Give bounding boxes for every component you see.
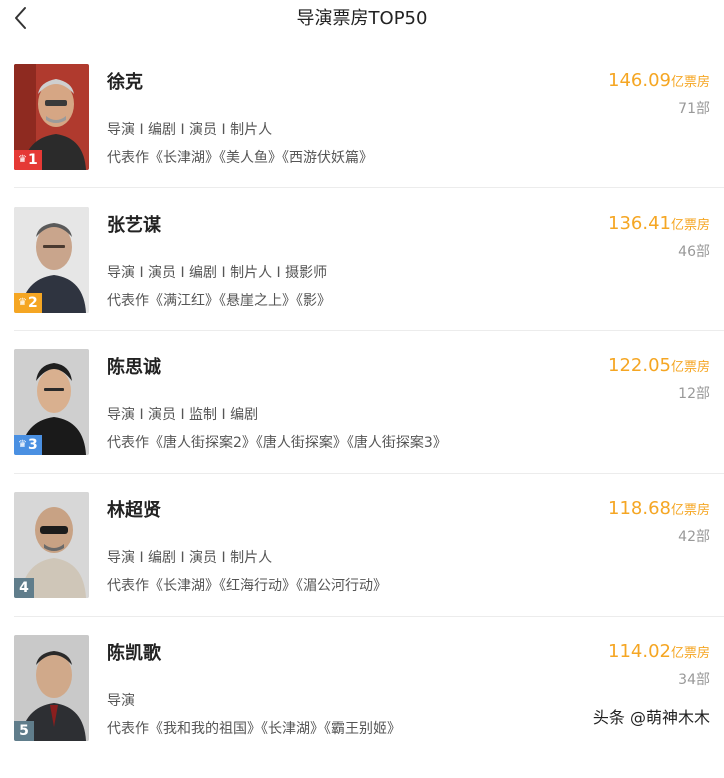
director-roles: 导演 I 演员 I 监制 I 编剧: [107, 407, 259, 423]
watermark: 头条 @萌神木木: [592, 708, 710, 727]
box-office: 118.68亿票房: [608, 498, 710, 519]
director-name: 陈凯歌: [107, 643, 161, 664]
crown-icon: ♛: [18, 439, 27, 450]
representative-works: 代表作《我和我的祖国》《长津湖》《霸王别姬》: [107, 721, 401, 737]
rank-badge: 4: [14, 578, 34, 598]
representative-works: 代表作《满江红》《悬崖之上》《影》: [107, 293, 331, 309]
director-name: 林超贤: [107, 500, 161, 521]
page-title: 导演票房TOP50: [296, 8, 428, 29]
divider: [14, 187, 724, 188]
rank-badge: 5: [14, 721, 34, 741]
film-count: 42部: [678, 529, 710, 545]
rank-badge: ♛ 2: [14, 293, 42, 313]
crown-icon: ♛: [18, 154, 27, 165]
director-row[interactable]: ♛ 2 张艺谋 导演 I 演员 I 编剧 I 制片人 I 摄影师 代表作《满江红》…: [0, 207, 724, 350]
director-roles: 导演 I 编剧 I 演员 I 制片人: [107, 122, 273, 138]
director-roles: 导演 I 演员 I 编剧 I 制片人 I 摄影师: [107, 265, 328, 281]
director-photo: ♛ 3: [14, 349, 89, 455]
rank-badge: ♛ 1: [14, 150, 42, 170]
director-photo: ♛ 2: [14, 207, 89, 313]
representative-works: 代表作《长津湖》《红海行动》《湄公河行动》: [107, 578, 387, 594]
director-name: 张艺谋: [107, 215, 161, 236]
box-office: 146.09亿票房: [608, 70, 710, 91]
director-row[interactable]: ♛ 3 陈思诚 导演 I 演员 I 监制 I 编剧 代表作《唐人街探案2》《唐人街…: [0, 349, 724, 492]
rank-badge: ♛ 3: [14, 435, 42, 455]
director-name: 陈思诚: [107, 357, 161, 378]
director-roles: 导演 I 编剧 I 演员 I 制片人: [107, 550, 273, 566]
box-office: 114.02亿票房: [608, 641, 710, 662]
director-photo: 5: [14, 635, 89, 741]
film-count: 71部: [678, 101, 710, 117]
divider: [14, 616, 724, 617]
divider: [14, 330, 724, 331]
box-office: 122.05亿票房: [608, 355, 710, 376]
divider: [14, 473, 724, 474]
representative-works: 代表作《长津湖》《美人鱼》《西游伏妖篇》: [107, 150, 373, 166]
crown-icon: ♛: [18, 297, 27, 308]
nav-header: 导演票房TOP50: [0, 0, 724, 40]
film-count: 12部: [678, 386, 710, 402]
director-row[interactable]: 4 林超贤 导演 I 编剧 I 演员 I 制片人 代表作《长津湖》《红海行动》《…: [0, 492, 724, 635]
director-row[interactable]: ♛ 1 徐克 导演 I 编剧 I 演员 I 制片人 代表作《长津湖》《美人鱼》《西…: [0, 64, 724, 207]
director-photo: 4: [14, 492, 89, 598]
director-photo: ♛ 1: [14, 64, 89, 170]
box-office: 136.41亿票房: [608, 213, 710, 234]
director-name: 徐克: [107, 72, 143, 93]
representative-works: 代表作《唐人街探案2》《唐人街探案》《唐人街探案3》: [107, 435, 447, 451]
film-count: 46部: [678, 244, 710, 260]
film-count: 34部: [678, 672, 710, 688]
director-roles: 导演: [107, 693, 135, 709]
